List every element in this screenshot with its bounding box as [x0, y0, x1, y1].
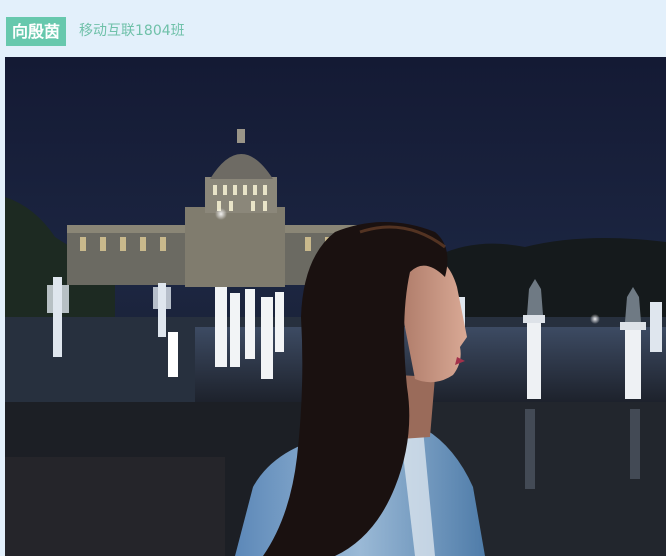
class-label: 移动互联1804班 [79, 23, 185, 39]
night-portrait-photo [5, 57, 666, 556]
post-header: 向殷茵 移动互联1804班 [0, 0, 666, 57]
photo-illustration [5, 57, 666, 556]
student-name-badge: 向殷茵 [6, 17, 67, 46]
